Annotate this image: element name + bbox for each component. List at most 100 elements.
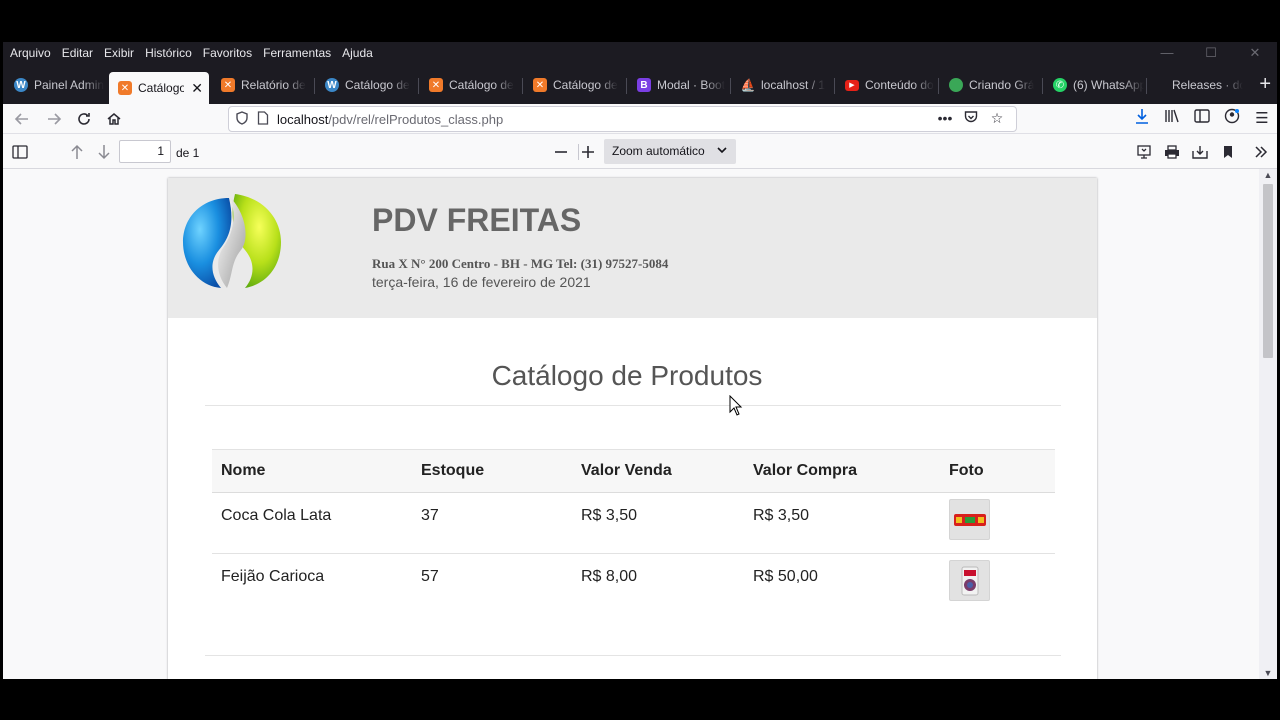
presentation-mode-button[interactable]: [1133, 141, 1155, 163]
zoom-select[interactable]: Zoom automático: [604, 139, 736, 164]
tab-releases[interactable]: Releases · do: [1163, 70, 1243, 100]
phpmyadmin-icon: ⛵: [740, 78, 756, 92]
url-path: /pdv/rel/relProdutos_class.php: [328, 111, 504, 127]
menu-arquivo[interactable]: Arquivo: [10, 46, 51, 60]
cell-valor-compra: R$ 3,50: [744, 492, 940, 554]
column-header-valor-venda: Valor Venda: [572, 449, 744, 493]
divider: [205, 405, 1061, 406]
cell-nome: Feijão Carioca: [221, 568, 325, 585]
download-icon[interactable]: [1127, 108, 1157, 131]
page-number-input[interactable]: 1: [119, 140, 171, 163]
page-count: de 1: [176, 146, 200, 160]
menu-exibir[interactable]: Exibir: [104, 46, 134, 60]
tab-separator: [418, 78, 419, 94]
tab-modal-bootstrap[interactable]: B Modal · Boot: [628, 70, 728, 100]
cell-foto: [940, 554, 1055, 615]
company-address: Rua X N° 200 Centro - BH - MG Tel: (31) …: [372, 256, 669, 271]
arrow-down-icon: [98, 145, 110, 160]
sidebar-icon[interactable]: [1187, 108, 1217, 131]
navigation-toolbar: localhost/pdv/rel/relProdutos_class.php …: [3, 104, 1277, 134]
xampp-icon: ✕: [533, 78, 547, 92]
scroll-down-icon[interactable]: ▼: [1259, 668, 1277, 678]
tab-youtube[interactable]: ▶ Conteúdo do: [836, 70, 936, 100]
bookmark-star-icon[interactable]: ☆: [984, 110, 1010, 127]
cell-nome: Coca Cola Lata: [212, 492, 412, 554]
tab-catalogo-4[interactable]: ✕ Catálogo de: [524, 70, 624, 100]
previous-page-button[interactable]: [66, 141, 88, 163]
xampp-icon: ✕: [118, 81, 132, 95]
url-bar[interactable]: localhost/pdv/rel/relProdutos_class.php …: [228, 106, 1017, 132]
back-button[interactable]: [11, 108, 33, 130]
hamburger-menu-icon[interactable]: ☰: [1247, 108, 1277, 131]
tab-separator: [522, 78, 523, 94]
save-icon: [1192, 146, 1208, 159]
page-info-icon[interactable]: [257, 110, 269, 128]
pdf-viewer[interactable]: PDV FREITAS Rua X N° 200 Centro - BH - M…: [3, 169, 1259, 679]
menu-ferramentas[interactable]: Ferramentas: [263, 46, 331, 60]
tab-bar: W Painel Admin ✕ Catálogo de ✕ ✕ Relatór…: [3, 64, 1277, 104]
minus-icon: [555, 151, 567, 153]
toggle-sidebar-button[interactable]: [9, 141, 31, 163]
report-date: terça-feira, 16 de fevereiro de 2021: [372, 274, 591, 290]
next-page-button[interactable]: [93, 141, 115, 163]
tab-phpmyadmin[interactable]: ⛵ localhost / 1: [732, 70, 832, 100]
reload-button[interactable]: [73, 108, 95, 130]
zoom-in-button[interactable]: [577, 141, 599, 163]
tab-catalogo-2[interactable]: W Catálogo de: [316, 70, 416, 100]
browser-window: Arquivo Editar Exibir Histórico Favorito…: [3, 42, 1277, 679]
tab-painel-admin[interactable]: W Painel Admin: [5, 70, 106, 100]
maximize-button[interactable]: ☐: [1189, 42, 1233, 64]
shield-icon[interactable]: [236, 110, 248, 128]
new-tab-button[interactable]: +: [1259, 74, 1271, 94]
forward-button[interactable]: [43, 108, 65, 130]
save-button[interactable]: [1189, 141, 1211, 163]
report-header: PDV FREITAS Rua X N° 200 Centro - BH - M…: [168, 178, 1097, 318]
tools-button[interactable]: [1250, 141, 1272, 163]
scrollbar-thumb[interactable]: [1263, 184, 1273, 358]
cell-estoque: 57: [421, 568, 439, 585]
menu-ajuda[interactable]: Ajuda: [342, 46, 373, 60]
library-icon[interactable]: [1157, 108, 1187, 131]
more-actions-icon[interactable]: •••: [932, 110, 958, 127]
menu-bar: Arquivo Editar Exibir Histórico Favorito…: [3, 42, 1277, 64]
zoom-select-value: Zoom automático: [612, 144, 705, 158]
presentation-icon: [1137, 145, 1151, 159]
tab-catalogo-3[interactable]: ✕ Catálogo de: [420, 70, 520, 100]
arrow-left-icon: [14, 113, 28, 125]
screen: Arquivo Editar Exibir Histórico Favorito…: [0, 0, 1280, 720]
close-tab-icon[interactable]: ✕: [191, 80, 203, 97]
tab-separator: [1146, 78, 1147, 94]
vertical-scrollbar[interactable]: ▲ ▼: [1259, 169, 1277, 679]
url-text[interactable]: localhost/pdv/rel/relProdutos_class.php: [277, 112, 503, 127]
tab-criando-graficos[interactable]: Criando Grá: [940, 70, 1040, 100]
scroll-up-icon[interactable]: ▲: [1259, 170, 1277, 180]
cell-valor-compra: R$ 50,00: [753, 568, 818, 585]
tab-catalogo-active[interactable]: ✕ Catálogo de ✕: [109, 72, 209, 104]
column-header-foto: Foto: [940, 449, 1055, 493]
table-row: Coca Cola Lata 37 R$ 3,50 R$ 3,50: [212, 492, 1055, 554]
company-logo-icon: [183, 194, 281, 288]
wordpress-icon: W: [14, 78, 28, 92]
cell-estoque: 37: [412, 492, 572, 554]
chevron-down-icon: [717, 139, 727, 164]
mouse-cursor-icon: [729, 395, 743, 416]
menu-favoritos[interactable]: Favoritos: [203, 46, 252, 60]
url-actions: ••• ☆: [932, 110, 1010, 127]
coke-can-photo: [949, 499, 990, 540]
menu-historico[interactable]: Histórico: [145, 46, 192, 60]
tab-relatorio[interactable]: ✕ Relatório de: [212, 70, 312, 100]
tab-whatsapp[interactable]: ✆ (6) WhatsApp: [1044, 70, 1144, 100]
bookmark-button[interactable]: [1217, 141, 1239, 163]
pocket-icon[interactable]: [958, 110, 984, 127]
xampp-icon: ✕: [429, 78, 443, 92]
zoom-out-button[interactable]: [550, 141, 572, 163]
bootstrap-icon: B: [637, 78, 651, 92]
close-window-button[interactable]: ✕: [1233, 42, 1277, 64]
pdf-toolbar: 1 de 1 Zoom automático: [3, 135, 1277, 169]
home-button[interactable]: [103, 108, 125, 130]
minimize-button[interactable]: —: [1145, 42, 1189, 64]
menu-editar[interactable]: Editar: [62, 46, 93, 60]
tab-separator: [626, 78, 627, 94]
print-button[interactable]: [1161, 141, 1183, 163]
account-icon[interactable]: [1217, 108, 1247, 131]
